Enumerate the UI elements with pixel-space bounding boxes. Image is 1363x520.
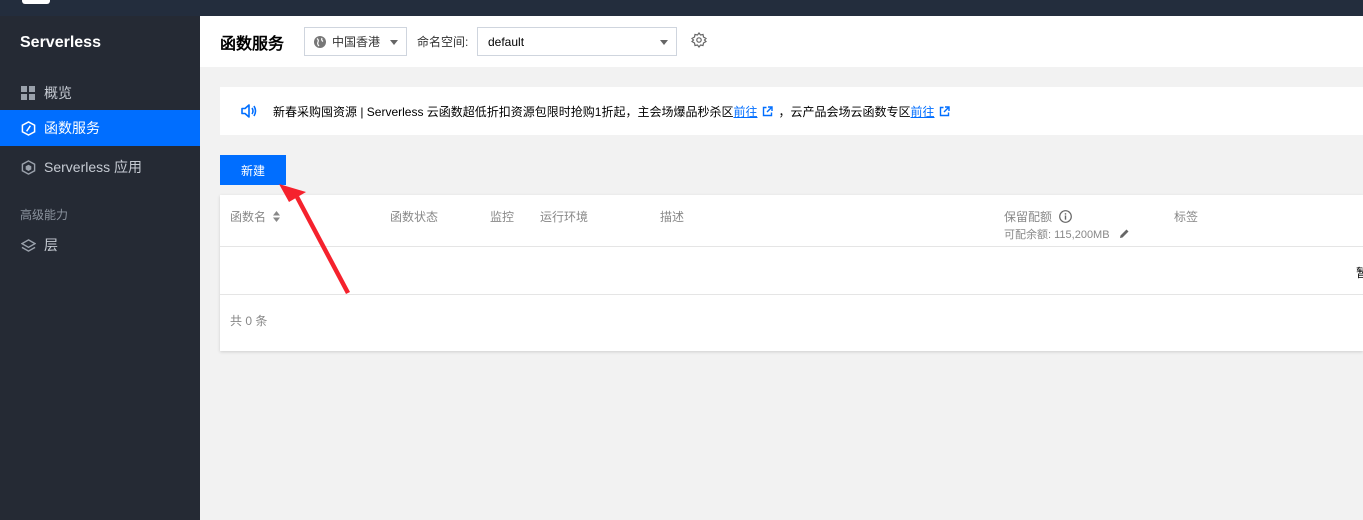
sidebar-item-label: Serverless 应用 [44, 159, 143, 175]
app-icon [20, 159, 36, 175]
sidebar-item-label: 函数服务 [44, 120, 100, 136]
region-selector[interactable]: 中国香港 [304, 27, 407, 56]
sidebar-item-label: 层 [44, 237, 58, 253]
column-header-tags: 标签 [1174, 210, 1199, 224]
info-icon[interactable] [1059, 210, 1073, 226]
table-empty-row: 暂 [220, 247, 1363, 295]
console-logo[interactable] [22, 0, 50, 4]
new-function-button[interactable]: 新建 [220, 155, 286, 185]
column-header-monitor: 监控 [490, 210, 515, 224]
external-link-icon[interactable] [762, 105, 773, 117]
column-header-runtime: 运行环境 [540, 210, 589, 224]
page-title: 函数服务 [220, 36, 285, 53]
grid-icon [20, 85, 36, 101]
column-header-name[interactable]: 函数名 [230, 208, 281, 225]
sidebar-item-functions[interactable]: 函数服务 [0, 110, 200, 146]
sidebar-item-serverless-app[interactable]: Serverless 应用 [0, 149, 200, 185]
globe-icon [313, 35, 327, 49]
sidebar-item-label: 概览 [44, 85, 72, 101]
sidebar-item-layers[interactable]: 层 [0, 227, 200, 263]
main-content: 函数服务 中国香港 命名空间: default 新春采购囤资源 | Server… [200, 16, 1363, 520]
column-header-reserved-quota: 保留配额 [1004, 208, 1073, 226]
sidebar: Serverless 概览 函数服务 Serverless 应用 高级能力 层 [0, 16, 200, 520]
sidebar-item-overview[interactable]: 概览 [0, 75, 200, 111]
promo-notice-banner: 新春采购囤资源 | Serverless 云函数超低折扣资源包限时抢购1折起，主… [220, 87, 1363, 135]
sort-icon[interactable] [273, 211, 281, 225]
table-header: 函数名 函数状态 监控 运行环境 描述 保留配额 可配余额: 115,200MB [220, 195, 1363, 247]
empty-state-text: 暂 [1356, 266, 1363, 280]
column-label: 保留配额 [1004, 210, 1053, 224]
sidebar-section-advanced: 高级能力 [20, 208, 69, 222]
speaker-icon [240, 102, 258, 120]
gear-icon[interactable] [691, 32, 709, 50]
namespace-label: 命名空间: [417, 35, 469, 49]
layers-icon [20, 237, 36, 253]
external-link-icon[interactable] [939, 105, 950, 117]
notice-link-2[interactable]: 前往 [911, 103, 935, 120]
namespace-value: default [488, 34, 525, 49]
notice-link-1[interactable]: 前往 [733, 103, 757, 120]
column-header-description: 描述 [660, 210, 685, 224]
chevron-down-icon [390, 40, 398, 45]
sidebar-brand: Serverless [20, 34, 101, 51]
top-navigation-bar [0, 0, 1363, 16]
function-table: 函数名 函数状态 监控 运行环境 描述 保留配额 可配余额: 115,200MB [220, 195, 1363, 351]
notice-text-2: ，云产品会场云函数专区 [778, 104, 911, 119]
notice-text-1: 新春采购囤资源 | Serverless 云函数超低折扣资源包限时抢购1折起，主… [273, 104, 734, 119]
table-total-count: 共 0 条 [230, 314, 268, 328]
quota-text: 可配余额: 115,200MB [1004, 229, 1110, 241]
column-header-status: 函数状态 [390, 210, 439, 224]
column-label: 函数名 [230, 210, 267, 224]
namespace-select[interactable]: default [477, 27, 677, 56]
chevron-down-icon [660, 40, 668, 45]
page-header: 函数服务 中国香港 命名空间: default [200, 16, 1363, 67]
edit-icon[interactable] [1119, 228, 1130, 242]
region-value: 中国香港 [332, 35, 381, 49]
available-quota: 可配余额: 115,200MB [1004, 226, 1130, 242]
function-icon [20, 120, 36, 136]
